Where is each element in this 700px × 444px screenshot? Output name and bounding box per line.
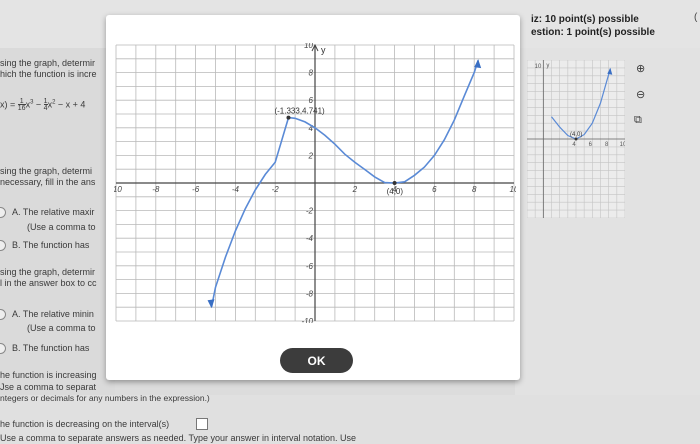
x-tick-label: 8 — [472, 185, 477, 194]
edge-menu-icon[interactable]: ( — [694, 12, 697, 23]
y-tick-label: -2 — [306, 207, 314, 216]
x-tick-label: -2 — [272, 185, 280, 194]
function-graph: y-10-8-6-4-2246810-10-8-6-4-2246810(-1.3… — [114, 43, 516, 323]
quiz-points-label: iz: 10 point(s) possible — [531, 14, 639, 25]
thumbnail-tick-label: 10 — [535, 64, 542, 70]
decreasing-hint: Use a comma to separate answers as neede… — [0, 433, 357, 443]
ok-button[interactable]: OK — [280, 348, 353, 373]
popout-icon[interactable]: ⧉ — [634, 114, 642, 127]
x-tick-label: 2 — [352, 185, 358, 194]
critical-point-label: (-1.333,4.741) — [274, 107, 325, 116]
question-intro-line2: hich the function is incre — [0, 69, 97, 79]
x-tick-label: 6 — [432, 185, 437, 194]
increasing-hint-line2: ntegers or decimals for any numbers in t… — [0, 393, 210, 403]
thumbnail-point-label: (4,0) — [570, 132, 582, 138]
option-a-hint: (Use a comma to — [27, 222, 96, 232]
critical-point — [286, 115, 291, 120]
x-tick-label: -4 — [232, 185, 240, 194]
y-tick-label: -8 — [306, 289, 314, 298]
option-b2-text: B. The function has — [12, 343, 90, 353]
y-tick-label: -6 — [306, 262, 314, 271]
critical-point — [392, 181, 397, 185]
x-tick-label: -8 — [152, 185, 160, 194]
y-tick-label: -10 — [301, 317, 313, 323]
decreasing-answer-input[interactable] — [196, 418, 208, 430]
y-tick-label: -4 — [306, 234, 314, 243]
option-a2-text: A. The relative minin — [12, 309, 94, 319]
zoom-out-icon[interactable]: ⊖ — [636, 88, 645, 101]
x-tick-label: 10 — [510, 185, 516, 194]
curve-arrow-up — [474, 59, 482, 69]
thumbnail-graph[interactable]: (4,0)4 6 8 1010 y — [527, 60, 625, 218]
part3-prompt-line2: l in the answer box to cc — [0, 278, 97, 288]
part2-prompt-line1: sing the graph, determi — [0, 166, 93, 176]
y-tick-label: 8 — [309, 69, 314, 78]
x-tick-label: -10 — [114, 185, 122, 194]
question-intro-line1: sing the graph, determir — [0, 58, 96, 68]
thumbnail-axis-label: y — [546, 63, 549, 69]
x-tick-label: -6 — [192, 185, 200, 194]
y-axis-label: y — [321, 45, 326, 55]
option-a-text: A. The relative maxir — [12, 207, 95, 217]
part3-prompt-line1: sing the graph, determir — [0, 267, 96, 277]
increasing-hint-line1: Jse a comma to separat — [0, 382, 97, 392]
y-tick-label: 2 — [308, 151, 314, 160]
critical-point-label: (4,0) — [387, 187, 404, 196]
option-b-text: B. The function has — [12, 240, 90, 250]
function-curve — [210, 59, 479, 308]
decreasing-prompt: he function is decreasing on the interva… — [0, 419, 170, 429]
function-expression: x) = 1 16x3 − 1 4x2 − x + 4 — [0, 98, 86, 112]
zoom-in-icon[interactable]: ⊕ — [636, 62, 645, 75]
question-points-label: estion: 1 point(s) possible — [531, 27, 655, 38]
thumbnail-tick-label: 10 — [620, 142, 625, 148]
graph-modal: y-10-8-6-4-2246810-10-8-6-4-2246810(-1.3… — [106, 15, 520, 380]
part2-prompt-line2: necessary, fill in the ans — [0, 177, 96, 187]
y-tick-label: 10 — [304, 43, 313, 50]
option-a2-hint: (Use a comma to — [27, 323, 96, 333]
y-tick-label: 6 — [309, 96, 314, 105]
